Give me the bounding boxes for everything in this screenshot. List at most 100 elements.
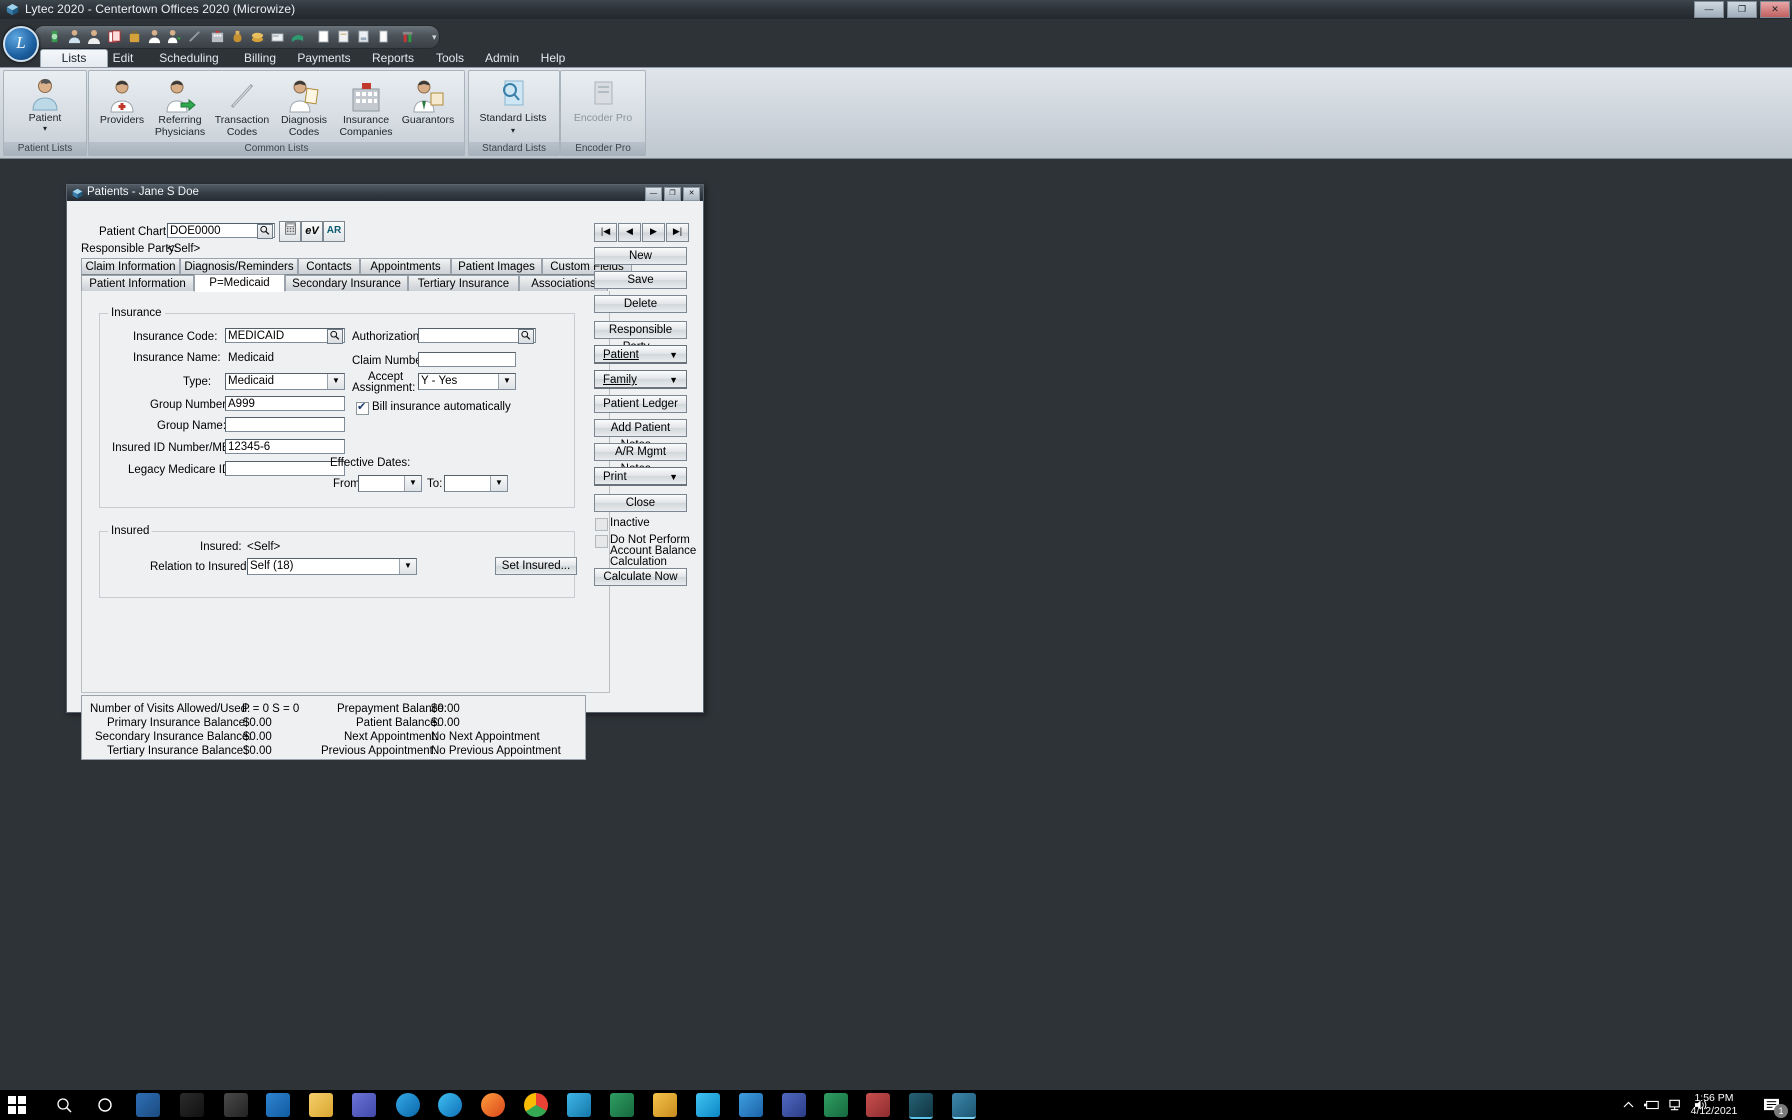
qat-patient-add-icon[interactable] [87, 29, 102, 44]
chevron-down-icon[interactable]: ▼ [327, 374, 344, 389]
qat-referring-icon[interactable] [167, 29, 182, 44]
qat-bag-icon[interactable] [127, 29, 142, 44]
chevron-down-icon[interactable]: ▼ [669, 472, 678, 482]
ribbon-button-providers[interactable]: Providers [89, 75, 155, 127]
bill-insurance-automatically-checkbox[interactable] [356, 400, 369, 415]
standard-lists-caret-icon[interactable]: ▾ [511, 126, 515, 135]
qat-report-icon[interactable] [316, 29, 331, 44]
claim-number-input[interactable] [418, 352, 516, 367]
chrome-icon[interactable] [524, 1093, 548, 1117]
maximize-button[interactable]: ❐ [1727, 1, 1757, 18]
qat-facility-icon[interactable] [210, 29, 225, 44]
ar-mgmt-notes-button[interactable]: A/R Mgmt Notes... [594, 443, 687, 475]
dialog-minimize-button[interactable]: — [645, 187, 662, 201]
tab-tertiary-insurance[interactable]: Tertiary Insurance [408, 275, 519, 292]
file-explorer-icon[interactable] [309, 1093, 333, 1117]
ar-icon[interactable]: AR [323, 221, 345, 242]
qat-payment-icon[interactable] [270, 29, 285, 44]
outlook-icon[interactable] [266, 1093, 290, 1117]
insurance-code-magnifier-icon[interactable] [327, 329, 343, 344]
skype-icon[interactable] [696, 1093, 720, 1117]
task-view-icon[interactable] [136, 1093, 160, 1117]
tab-secondary-insurance[interactable]: Secondary Insurance [285, 275, 408, 292]
chevron-down-icon[interactable]: ▼ [404, 476, 421, 491]
qat-tools-icon[interactable] [400, 29, 415, 44]
ribbon-button-transaction-codes[interactable]: Transaction Codes [209, 75, 275, 138]
ribbon-button-diagnosis-codes[interactable]: Diagnosis Codes [271, 75, 337, 138]
dialog-close-button[interactable]: ✕ [683, 187, 700, 201]
tab-diagnosis-reminders[interactable]: Diagnosis/Reminders [180, 258, 298, 275]
terminal-icon[interactable] [180, 1093, 204, 1117]
first-record-button[interactable]: |◀ [594, 223, 617, 242]
add-patient-notes-button[interactable]: Add Patient Notes... [594, 419, 687, 451]
insurance-type-select[interactable]: Medicaid ▼ [225, 373, 345, 390]
authorization-magnifier-icon[interactable] [518, 329, 534, 344]
teams-icon[interactable] [352, 1093, 376, 1117]
firefox-icon[interactable] [481, 1093, 505, 1117]
ribbon-button-standard-lists[interactable]: Standard Lists ▾ [478, 73, 548, 136]
qat-cards-icon[interactable] [107, 29, 122, 44]
delete-button[interactable]: Delete [594, 295, 687, 313]
calculator-icon[interactable] [279, 221, 301, 242]
ribbon-button-guarantors[interactable]: Guarantors [395, 75, 461, 127]
windows-start-icon[interactable] [8, 1096, 26, 1114]
qat-money-icon[interactable] [47, 29, 62, 44]
tab-p-medicaid[interactable]: P=Medicaid [194, 274, 285, 292]
group-number-input[interactable]: A999 [225, 396, 345, 411]
quick-access-toolbar[interactable] [33, 25, 440, 49]
search-icon[interactable] [56, 1097, 72, 1113]
save-button[interactable]: Save [594, 271, 687, 289]
qat-patient-icon[interactable] [67, 29, 82, 44]
insured-id-input[interactable]: 12345-6 [225, 439, 345, 454]
effective-from-datepicker[interactable]: ▼ [358, 475, 422, 492]
store-icon[interactable] [739, 1093, 763, 1117]
last-record-button[interactable]: ▶| [666, 223, 689, 242]
calculate-now-button[interactable]: Calculate Now [594, 568, 687, 586]
tray-chevron-up-icon[interactable] [1623, 1100, 1634, 1110]
tab-patient-information[interactable]: Patient Information [81, 275, 194, 292]
effective-to-datepicker[interactable]: ▼ [444, 475, 508, 492]
qat-moneybag-icon[interactable] [230, 29, 245, 44]
application-orb-button[interactable]: L [3, 26, 39, 62]
ribbon-button-referring-physicians[interactable]: Referring Physicians [147, 75, 213, 138]
qat-check-icon[interactable] [290, 29, 305, 44]
responsible-party-button[interactable]: Responsible Party... [594, 321, 687, 353]
excel-icon[interactable] [824, 1093, 848, 1117]
qat-document-icon[interactable] [336, 29, 351, 44]
legacy-medicare-id-input[interactable] [225, 461, 345, 476]
qat-page-icon[interactable] [376, 29, 391, 44]
access-icon[interactable] [866, 1093, 890, 1117]
group-name-input[interactable] [225, 417, 345, 432]
chevron-down-icon[interactable]: ▼ [669, 350, 678, 360]
clock-app-icon[interactable] [224, 1093, 248, 1117]
accept-assignment-select[interactable]: Y - Yes ▼ [418, 373, 516, 390]
family-dropdown[interactable]: Family ▼ [594, 370, 687, 389]
tab-claim-information[interactable]: Claim Information [81, 258, 180, 275]
relation-to-insured-select[interactable]: Self (18) ▼ [247, 558, 417, 575]
set-insured-button[interactable]: Set Insured... [495, 557, 577, 575]
excel-app-icon[interactable] [610, 1093, 634, 1117]
print-dropdown[interactable]: Print ▼ [594, 467, 687, 486]
ribbon-tab-help[interactable]: Help [522, 49, 584, 67]
tab-appointments[interactable]: Appointments [360, 258, 451, 275]
edge-legacy-icon[interactable] [396, 1093, 420, 1117]
chevron-down-icon[interactable]: ▼ [490, 476, 507, 491]
previous-record-button[interactable]: ◀ [618, 223, 641, 242]
ribbon-button-patient[interactable]: Patient ▾ [10, 73, 80, 133]
minimize-button[interactable]: — [1694, 1, 1724, 18]
next-record-button[interactable]: ▶ [642, 223, 665, 242]
dialog-restore-button[interactable]: ❐ [664, 187, 681, 201]
qat-transaction-icon[interactable] [187, 29, 202, 44]
patient-ledger-button[interactable]: Patient Ledger [594, 395, 687, 413]
snagit-icon[interactable] [653, 1093, 677, 1117]
qat-overflow-icon[interactable]: ▾ [432, 32, 437, 43]
tab-patient-images[interactable]: Patient Images [451, 258, 542, 275]
visio-icon[interactable] [782, 1093, 806, 1117]
do-not-perform-checkbox[interactable] [595, 535, 608, 548]
lytec-icon[interactable] [909, 1093, 933, 1119]
close-dialog-button[interactable]: Close [594, 494, 687, 512]
qat-print-icon[interactable] [356, 29, 371, 44]
edge-icon[interactable] [438, 1093, 462, 1117]
ribbon-button-insurance-companies[interactable]: Insurance Companies [333, 75, 399, 138]
inactive-checkbox[interactable] [595, 518, 608, 531]
